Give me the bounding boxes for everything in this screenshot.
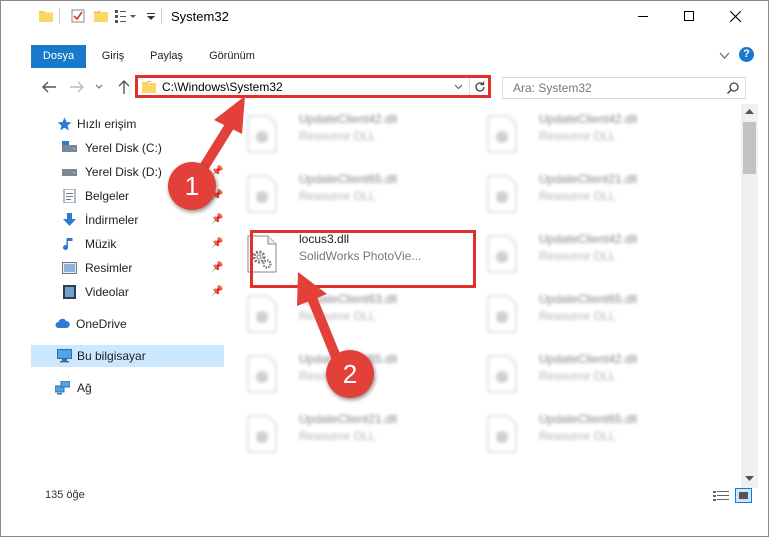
annotation-layer [191,96,343,367]
callout-arrow-2 [307,293,343,367]
callout-badge-2: 2 [326,350,374,398]
callout-badge-1: 1 [168,162,216,210]
